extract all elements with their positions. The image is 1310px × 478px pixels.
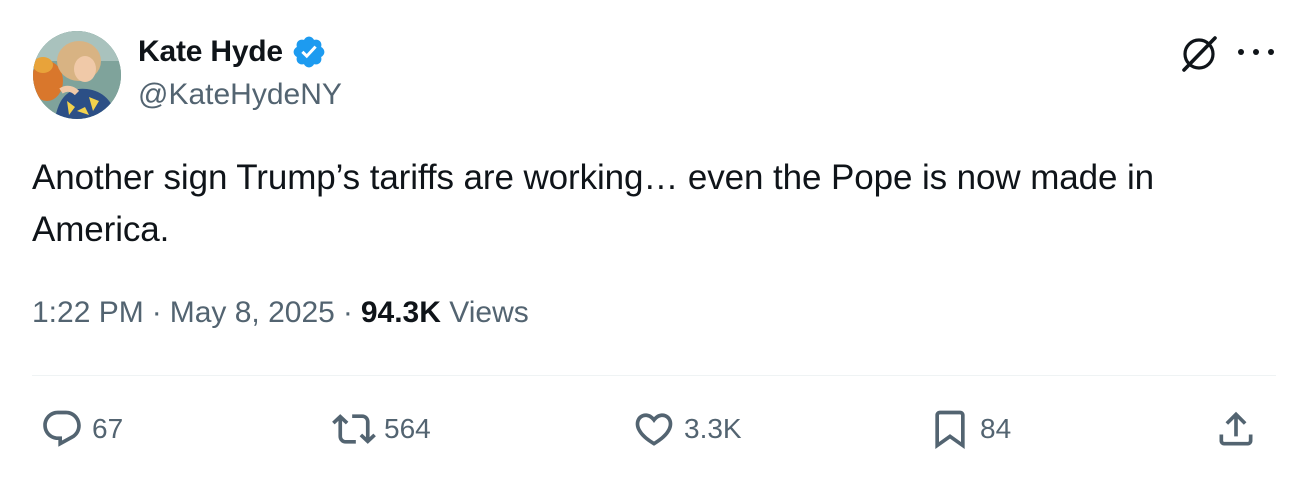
reply-count: 67 (92, 413, 124, 444)
author-name-row[interactable]: Kate Hyde (138, 32, 327, 72)
bookmark-count: 84 (980, 413, 1012, 444)
reply-icon (43, 410, 81, 447)
heart-icon (635, 413, 673, 446)
like-button[interactable]: 3.3K (632, 407, 742, 451)
meta-separator: · (342, 296, 353, 329)
meta-separator: · (151, 296, 162, 329)
more-options-icon[interactable] (1238, 40, 1274, 64)
avatar[interactable] (33, 31, 121, 119)
tweet-card: Kate Hyde @KateHydeNY Another sign Trump… (0, 0, 1310, 478)
repost-button[interactable]: 564 (332, 407, 431, 451)
tweet-meta: 1:22 PM · May 8, 2025 · 94.3K Views (32, 296, 529, 330)
grok-icon[interactable] (1178, 33, 1220, 75)
divider (32, 375, 1276, 376)
tweet-time[interactable]: 1:22 PM (32, 296, 144, 329)
share-button[interactable] (1214, 407, 1258, 451)
author-handle[interactable]: @KateHydeNY (138, 78, 342, 112)
reply-button[interactable]: 67 (40, 407, 123, 451)
share-icon (1219, 411, 1253, 446)
bookmark-icon (935, 410, 965, 450)
repost-count: 564 (384, 413, 431, 444)
avatar-image (33, 31, 121, 119)
like-count: 3.3K (684, 413, 742, 444)
tweet-date[interactable]: May 8, 2025 (170, 296, 335, 329)
bookmark-button[interactable]: 84 (928, 407, 1011, 451)
repost-icon (332, 414, 376, 444)
views-count: 94.3K (360, 296, 441, 329)
verified-badge-icon[interactable] (291, 34, 327, 70)
tweet-text: Another sign Trump’s tariffs are working… (32, 158, 1155, 249)
display-name[interactable]: Kate Hyde (138, 35, 283, 69)
views-label: Views (449, 296, 529, 329)
